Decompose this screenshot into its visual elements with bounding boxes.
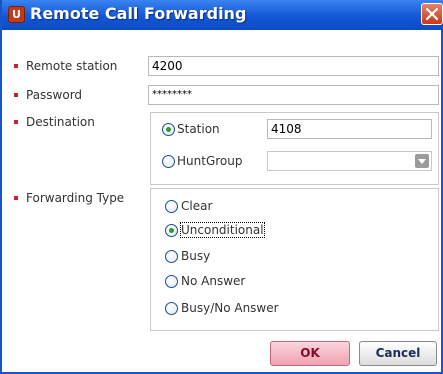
bullet-icon xyxy=(14,93,18,97)
remote-call-forwarding-dialog: U Remote Call Forwarding Remote station … xyxy=(0,0,443,374)
radio-clear[interactable] xyxy=(165,200,178,213)
destination-label: Destination xyxy=(26,115,95,129)
station-radio[interactable] xyxy=(162,123,175,136)
remote-station-input[interactable]: 4200 xyxy=(148,56,439,76)
radio-unconditional[interactable] xyxy=(165,224,178,237)
radio-clear-label[interactable]: Clear xyxy=(181,199,212,213)
bullet-icon xyxy=(14,64,18,68)
station-input[interactable]: 4108 xyxy=(267,119,432,139)
close-button[interactable] xyxy=(421,3,443,25)
huntgroup-radio-label[interactable]: HuntGroup xyxy=(177,154,242,168)
close-icon xyxy=(426,8,438,20)
ok-button[interactable]: OK xyxy=(270,341,350,366)
forwarding-type-label: Forwarding Type xyxy=(26,191,125,205)
bullet-icon xyxy=(14,196,18,200)
title-bar[interactable]: U Remote Call Forwarding xyxy=(2,0,443,30)
radio-no-answer[interactable] xyxy=(165,275,178,288)
chevron-down-icon[interactable] xyxy=(415,154,429,168)
password-label: Password xyxy=(26,88,83,102)
station-radio-label[interactable]: Station xyxy=(177,122,220,136)
app-icon: U xyxy=(8,6,25,23)
huntgroup-radio[interactable] xyxy=(162,155,175,168)
window-title: Remote Call Forwarding xyxy=(30,4,247,23)
password-input[interactable]: ******** xyxy=(148,85,439,105)
radio-busy-no-answer[interactable] xyxy=(165,302,178,315)
cancel-button[interactable]: Cancel xyxy=(359,341,437,366)
remote-station-label: Remote station xyxy=(26,59,118,73)
huntgroup-select[interactable] xyxy=(267,151,432,171)
radio-busy-no-answer-label[interactable]: Busy/No Answer xyxy=(181,301,279,315)
radio-busy[interactable] xyxy=(165,250,178,263)
bullet-icon xyxy=(14,120,18,124)
radio-unconditional-label[interactable]: Unconditional xyxy=(180,222,265,238)
forwarding-type-group: Clear Unconditional Busy No Answer Busy/… xyxy=(150,188,439,331)
radio-busy-label[interactable]: Busy xyxy=(181,249,210,263)
radio-no-answer-label[interactable]: No Answer xyxy=(181,274,245,288)
destination-group: Station 4108 HuntGroup xyxy=(150,112,439,185)
